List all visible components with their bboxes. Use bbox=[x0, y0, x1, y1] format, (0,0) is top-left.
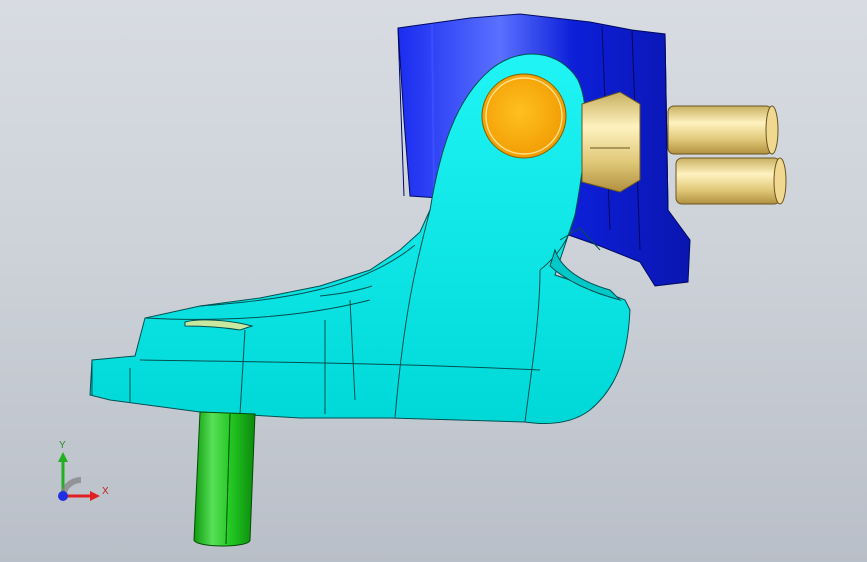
y-axis-head bbox=[58, 452, 68, 462]
pivot-pin[interactable] bbox=[481, 73, 567, 159]
y-axis-label: Y bbox=[59, 440, 66, 451]
shaft[interactable] bbox=[193, 411, 256, 547]
bolt-lower[interactable] bbox=[675, 157, 787, 205]
graphics-viewport[interactable]: Y X bbox=[0, 0, 867, 562]
hex-nut[interactable] bbox=[581, 91, 641, 193]
coordinate-triad: Y X bbox=[48, 438, 118, 508]
x-axis-label: X bbox=[102, 486, 109, 497]
bolt-upper[interactable] bbox=[667, 105, 779, 155]
x-axis-head bbox=[90, 491, 100, 501]
z-axis-dot bbox=[58, 491, 68, 501]
model-scene[interactable] bbox=[0, 0, 867, 562]
